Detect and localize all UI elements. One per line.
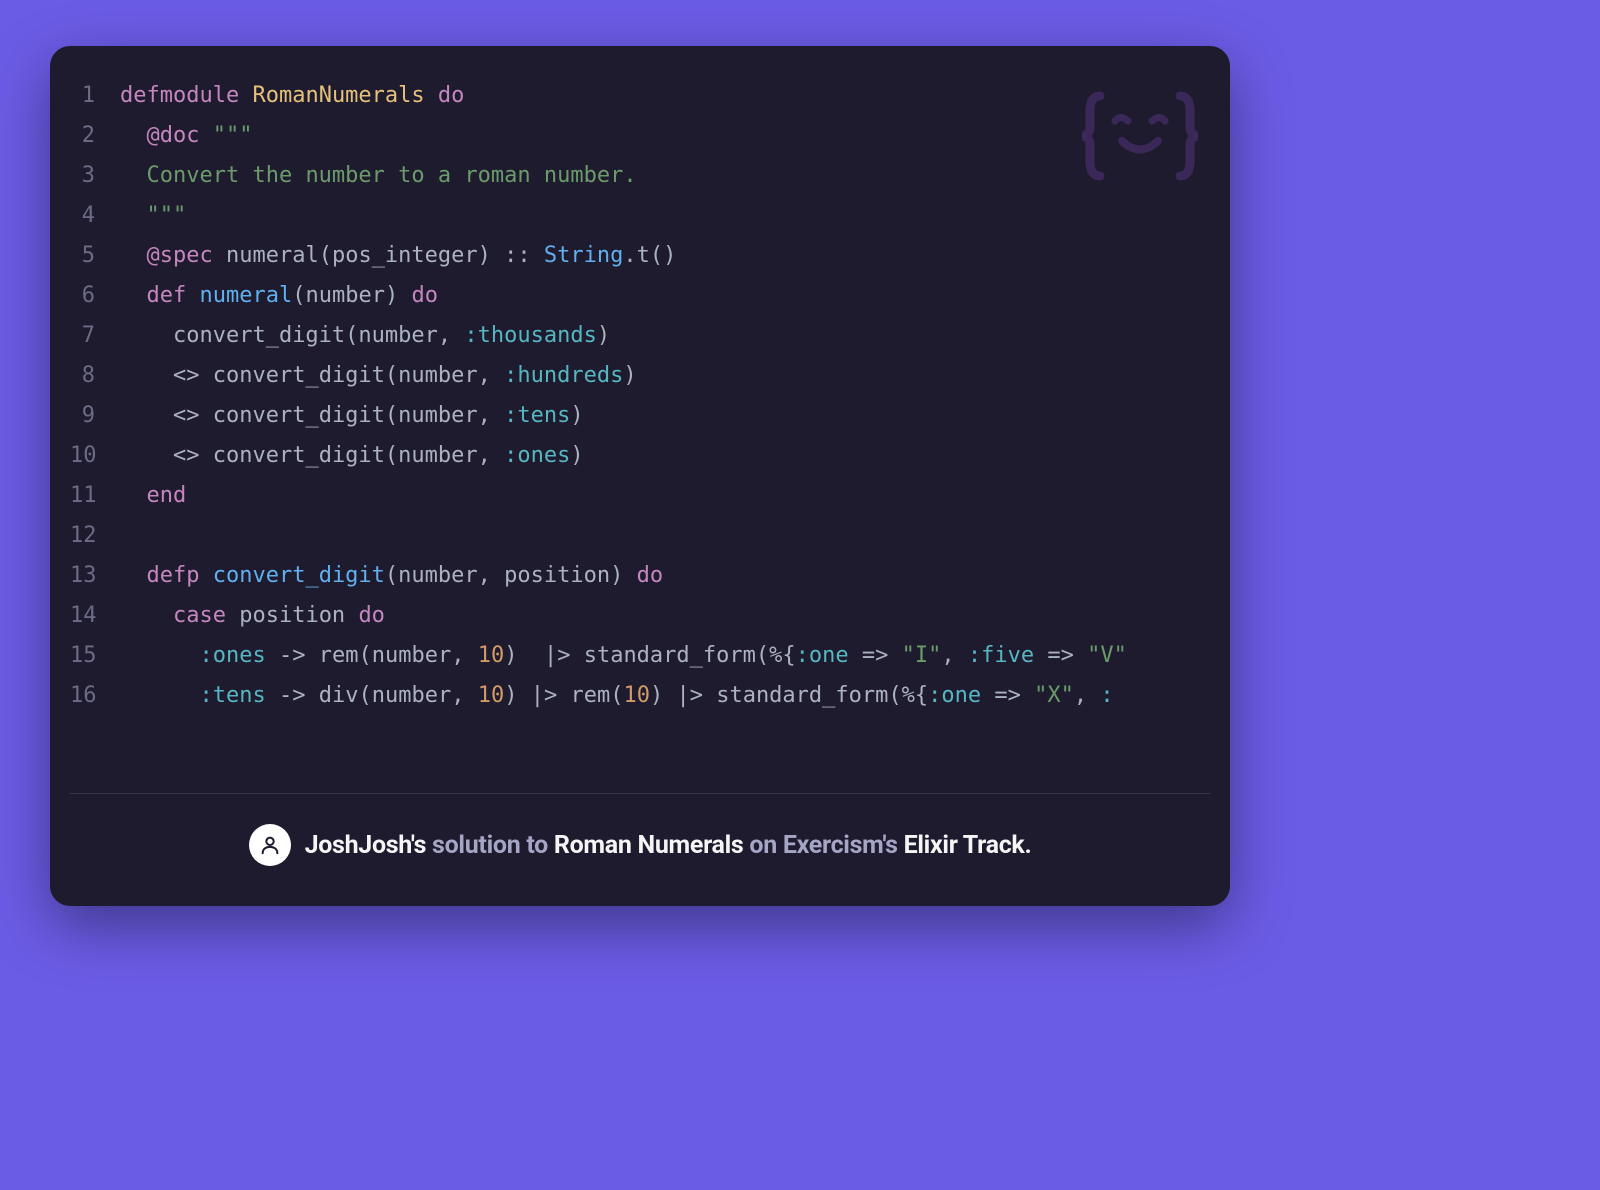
username: JoshJosh's [305,831,427,860]
line-content: end [120,476,186,516]
code-line: 6 def numeral(number) do [70,276,1210,316]
line-content: defp convert_digit(number, position) do [120,556,663,596]
line-content: @spec numeral(pos_integer) :: String.t() [120,236,676,276]
code-line: 15 :ones -> rem(number, 10) |> standard_… [70,636,1210,676]
line-content: Convert the number to a roman number. [120,156,637,196]
attribution-mid2: on Exercism's [743,831,903,860]
line-content: :ones -> rem(number, 10) |> standard_for… [120,636,1127,676]
line-number: 8 [70,356,120,396]
user-avatar-icon [249,824,291,866]
line-content: case position do [120,596,385,636]
code-line: 1defmodule RomanNumerals do [70,76,1210,116]
line-content: defmodule RomanNumerals do [120,76,464,116]
line-number: 12 [70,516,120,556]
line-number: 14 [70,596,120,636]
track-name: Elixir Track. [904,831,1032,860]
code-line: 14 case position do [70,596,1210,636]
code-line: 7 convert_digit(number, :thousands) [70,316,1210,356]
line-number: 10 [70,436,120,476]
code-editor: 1defmodule RomanNumerals do2 @doc """3 C… [50,46,1230,793]
code-line: 13 defp convert_digit(number, position) … [70,556,1210,596]
line-content: :tens -> div(number, 10) |> rem(10) |> s… [120,676,1114,716]
code-line: 11 end [70,476,1210,516]
line-number: 1 [70,76,120,116]
exercise-name: Roman Numerals [554,831,744,860]
line-content: @doc """ [120,116,252,156]
attribution-text: JoshJosh's solution to Roman Numerals on… [305,831,1032,860]
line-number: 5 [70,236,120,276]
attribution-mid1: solution to [426,831,554,860]
line-number: 2 [70,116,120,156]
line-content: convert_digit(number, :thousands) [120,316,610,356]
line-content: <> convert_digit(number, :hundreds) [120,356,637,396]
code-line: 12 [70,516,1210,556]
code-line: 5 @spec numeral(pos_integer) :: String.t… [70,236,1210,276]
attribution-footer: JoshJosh's solution to Roman Numerals on… [50,794,1230,906]
code-line: 16 :tens -> div(number, 10) |> rem(10) |… [70,676,1210,716]
line-content: <> convert_digit(number, :tens) [120,396,584,436]
line-content: """ [120,196,186,236]
exercism-logo-icon [1080,76,1200,196]
line-number: 16 [70,676,120,716]
line-number: 15 [70,636,120,676]
code-line: 2 @doc """ [70,116,1210,156]
line-number: 13 [70,556,120,596]
line-number: 9 [70,396,120,436]
code-line: 10 <> convert_digit(number, :ones) [70,436,1210,476]
code-line: 3 Convert the number to a roman number. [70,156,1210,196]
line-number: 7 [70,316,120,356]
line-content: <> convert_digit(number, :ones) [120,436,584,476]
line-content: def numeral(number) do [120,276,438,316]
line-number: 3 [70,156,120,196]
code-line: 4 """ [70,196,1210,236]
line-number: 11 [70,476,120,516]
line-number: 4 [70,196,120,236]
line-number: 6 [70,276,120,316]
code-card: 1defmodule RomanNumerals do2 @doc """3 C… [50,46,1230,906]
code-line: 9 <> convert_digit(number, :tens) [70,396,1210,436]
code-line: 8 <> convert_digit(number, :hundreds) [70,356,1210,396]
